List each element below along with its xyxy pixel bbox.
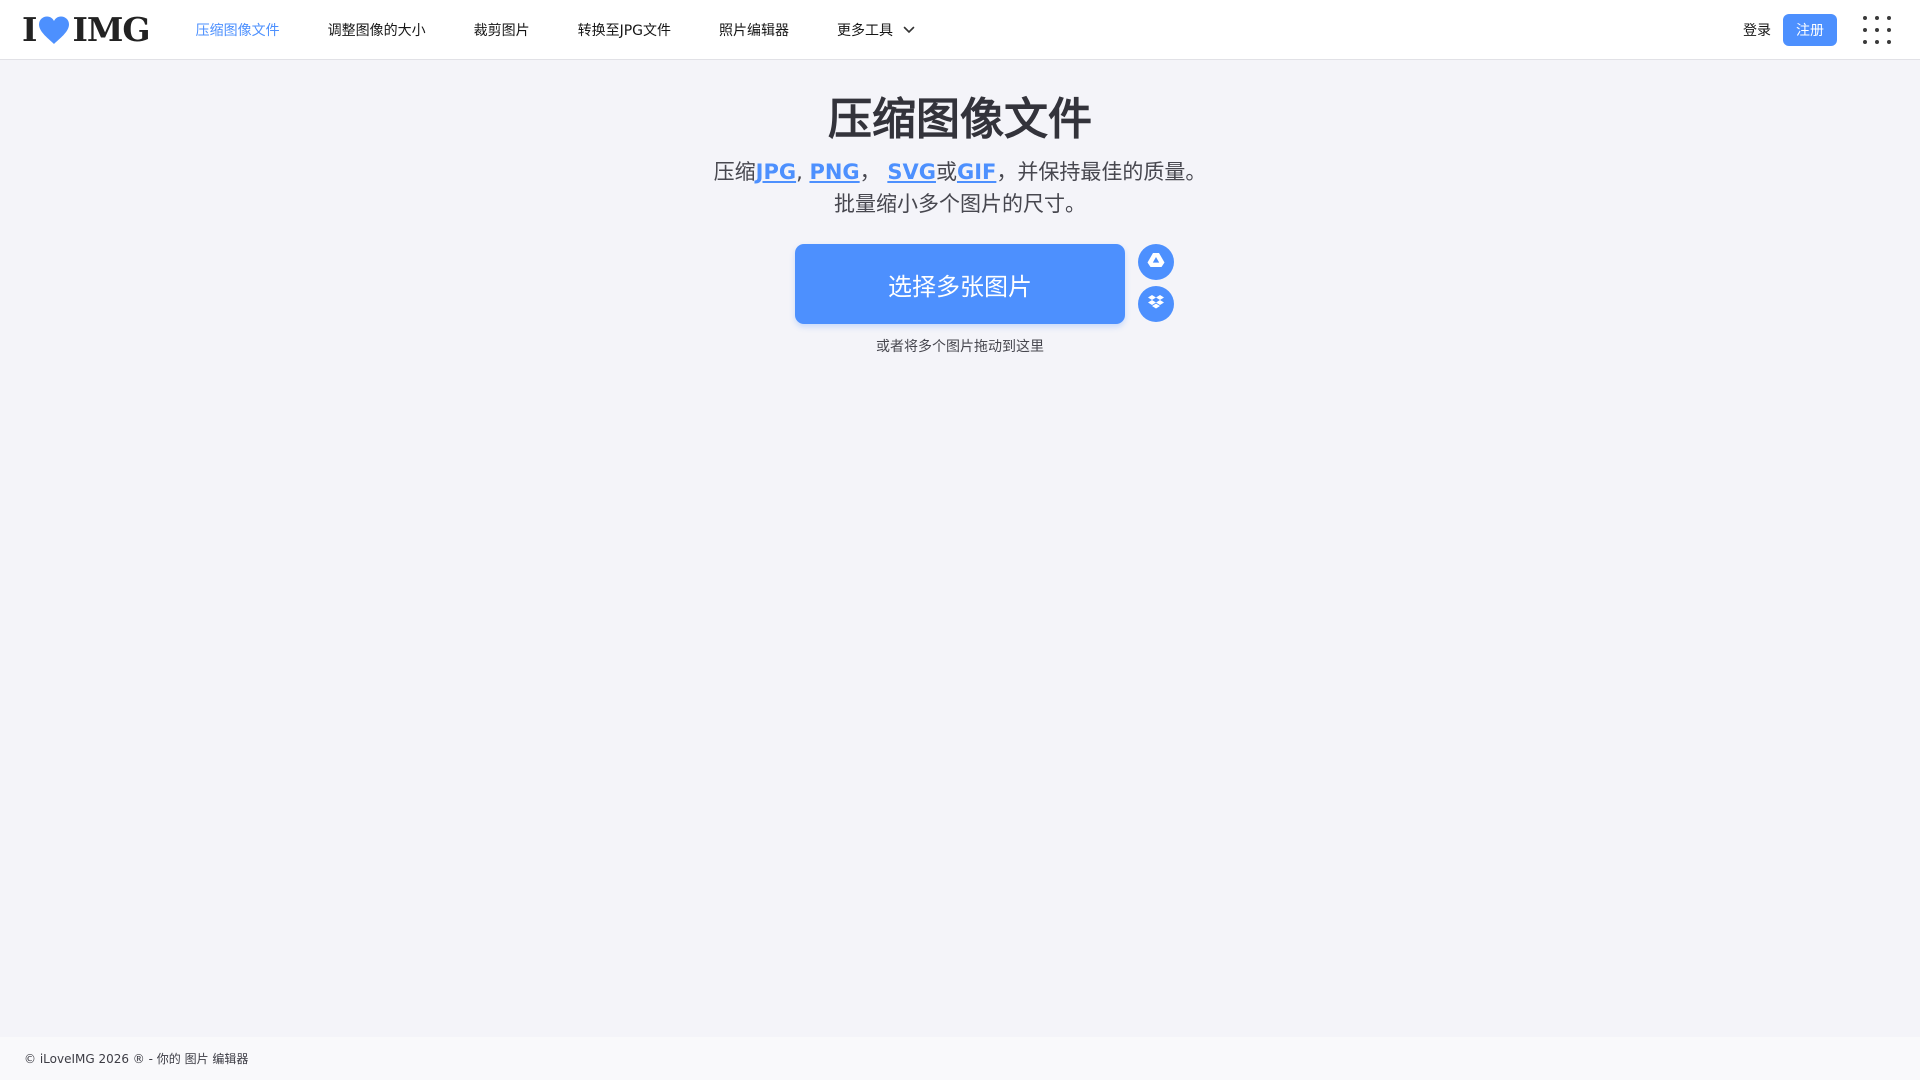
nav-item-label: 裁剪图片 [473, 22, 530, 39]
nav-item-label: 更多工具 [837, 22, 894, 39]
nav-item-label: 转换至JPG文件 [577, 22, 672, 39]
signup-button[interactable]: 注册 [1783, 14, 1837, 46]
account-area: 登录 注册 [1743, 0, 1920, 60]
nav-convert-to-jpg[interactable]: 转换至JPG文件 [578, 0, 671, 60]
nav-photo-editor[interactable]: 照片编辑器 [719, 0, 789, 60]
upload-row: 选择多张图片 [795, 244, 1174, 328]
grid-dot [1875, 16, 1879, 20]
google-drive-button[interactable] [1138, 244, 1174, 280]
subtitle-separator: , [796, 160, 803, 184]
google-drive-icon [1147, 252, 1165, 272]
login-link[interactable]: 登录 [1743, 20, 1771, 40]
subtitle-prefix: 压缩 [713, 160, 756, 184]
subtitle-line-1: 压缩JPG, PNG， SVG或GIF，并保持最佳的质量。 [0, 156, 1920, 188]
grid-dot [1863, 16, 1867, 20]
dropbox-button[interactable] [1138, 286, 1174, 322]
nav-compress-image[interactable]: 压缩图像文件 [196, 0, 280, 60]
chevron-down-icon [903, 26, 915, 34]
format-link-jpg[interactable]: JPG [756, 160, 796, 184]
footer: © iLoveIMG 2026 ® - 你的 图片 编辑器 [0, 1037, 1920, 1080]
grid-dot [1863, 28, 1867, 32]
format-link-svg[interactable]: SVG [887, 160, 936, 184]
nav-more-tools[interactable]: 更多工具 [837, 0, 915, 60]
nav-crop-image[interactable]: 裁剪图片 [474, 0, 530, 60]
logo-left-text: I [22, 10, 37, 49]
page-title: 压缩图像文件 [828, 94, 1092, 145]
cloud-upload-options [1138, 244, 1174, 328]
grid-dot [1875, 40, 1879, 44]
nav-item-label: 压缩图像文件 [195, 22, 280, 39]
subtitle-suffix: ，并保持最佳的质量。 [996, 160, 1207, 184]
main-nav: 压缩图像文件 调整图像的大小 裁剪图片 转换至JPG文件 照片编辑器 更多工具 [196, 0, 963, 60]
nav-item-label: 调整图像的大小 [327, 22, 426, 39]
grid-dot [1875, 28, 1879, 32]
page-subtitle: 压缩JPG, PNG， SVG或GIF，并保持最佳的质量。 批量缩小多个图片的尺… [0, 156, 1920, 220]
grid-dot [1887, 16, 1891, 20]
drop-hint-text: 或者将多个图片拖动到这里 [876, 339, 1044, 355]
grid-icon[interactable] [1863, 16, 1891, 44]
footer-copyright: © iLoveIMG 2026 ® - 你的 图片 编辑器 [24, 1052, 249, 1066]
logo-right-text: IMG [72, 10, 150, 49]
format-link-png[interactable]: PNG [809, 160, 859, 184]
grid-dot [1887, 28, 1891, 32]
grid-dot [1863, 40, 1867, 44]
select-images-button[interactable]: 选择多张图片 [795, 244, 1125, 324]
nav-item-label: 照片编辑器 [719, 22, 790, 39]
dropbox-icon [1147, 294, 1165, 314]
format-link-gif[interactable]: GIF [957, 160, 996, 184]
subtitle-line-2: 批量缩小多个图片的尺寸。 [834, 192, 1086, 216]
top-header: I IMG 压缩图像文件 调整图像的大小 裁剪图片 转换至JPG文件 照片编辑器… [0, 0, 1920, 60]
subtitle-separator: ， [859, 160, 881, 184]
logo[interactable]: I IMG [22, 0, 151, 60]
nav-resize-image[interactable]: 调整图像的大小 [328, 0, 426, 60]
main-content: 压缩图像文件 压缩JPG, PNG， SVG或GIF，并保持最佳的质量。 批量缩… [0, 60, 1920, 355]
heart-icon [37, 15, 71, 45]
subtitle-separator: 或 [935, 160, 957, 184]
grid-dot [1887, 40, 1891, 44]
